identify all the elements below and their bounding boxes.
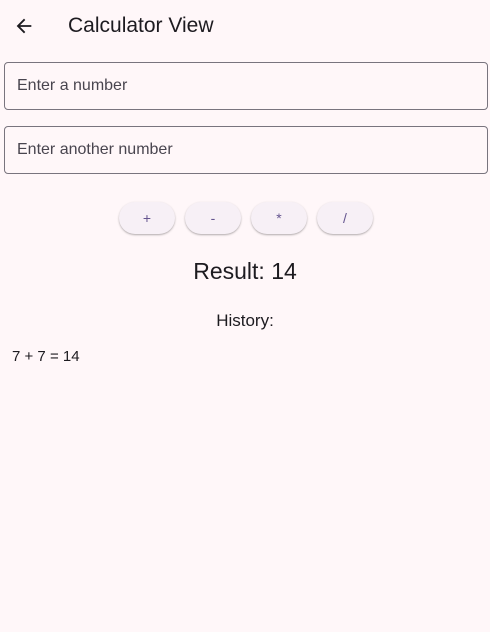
history-item: 7 + 7 = 14 bbox=[12, 348, 80, 365]
app-bar: Calculator View bbox=[0, 0, 490, 52]
back-button[interactable] bbox=[4, 6, 44, 46]
arrow-left-icon bbox=[16, 18, 32, 34]
first-number-input[interactable] bbox=[5, 63, 487, 109]
second-number-input[interactable] bbox=[5, 127, 487, 173]
history-list: 7 + 7 = 14 bbox=[12, 346, 80, 368]
first-number-field[interactable] bbox=[4, 62, 488, 110]
result-text: Result: 14 bbox=[193, 258, 297, 284]
history-heading: History: bbox=[216, 311, 274, 330]
page-title: Calculator View bbox=[68, 14, 214, 37]
divide-button[interactable]: / bbox=[317, 202, 373, 234]
second-number-field[interactable] bbox=[4, 126, 488, 174]
subtract-button[interactable]: - bbox=[185, 202, 241, 234]
add-button[interactable]: + bbox=[119, 202, 175, 234]
multiply-button[interactable]: * bbox=[251, 202, 307, 234]
operation-buttons: + - * / bbox=[119, 202, 373, 234]
